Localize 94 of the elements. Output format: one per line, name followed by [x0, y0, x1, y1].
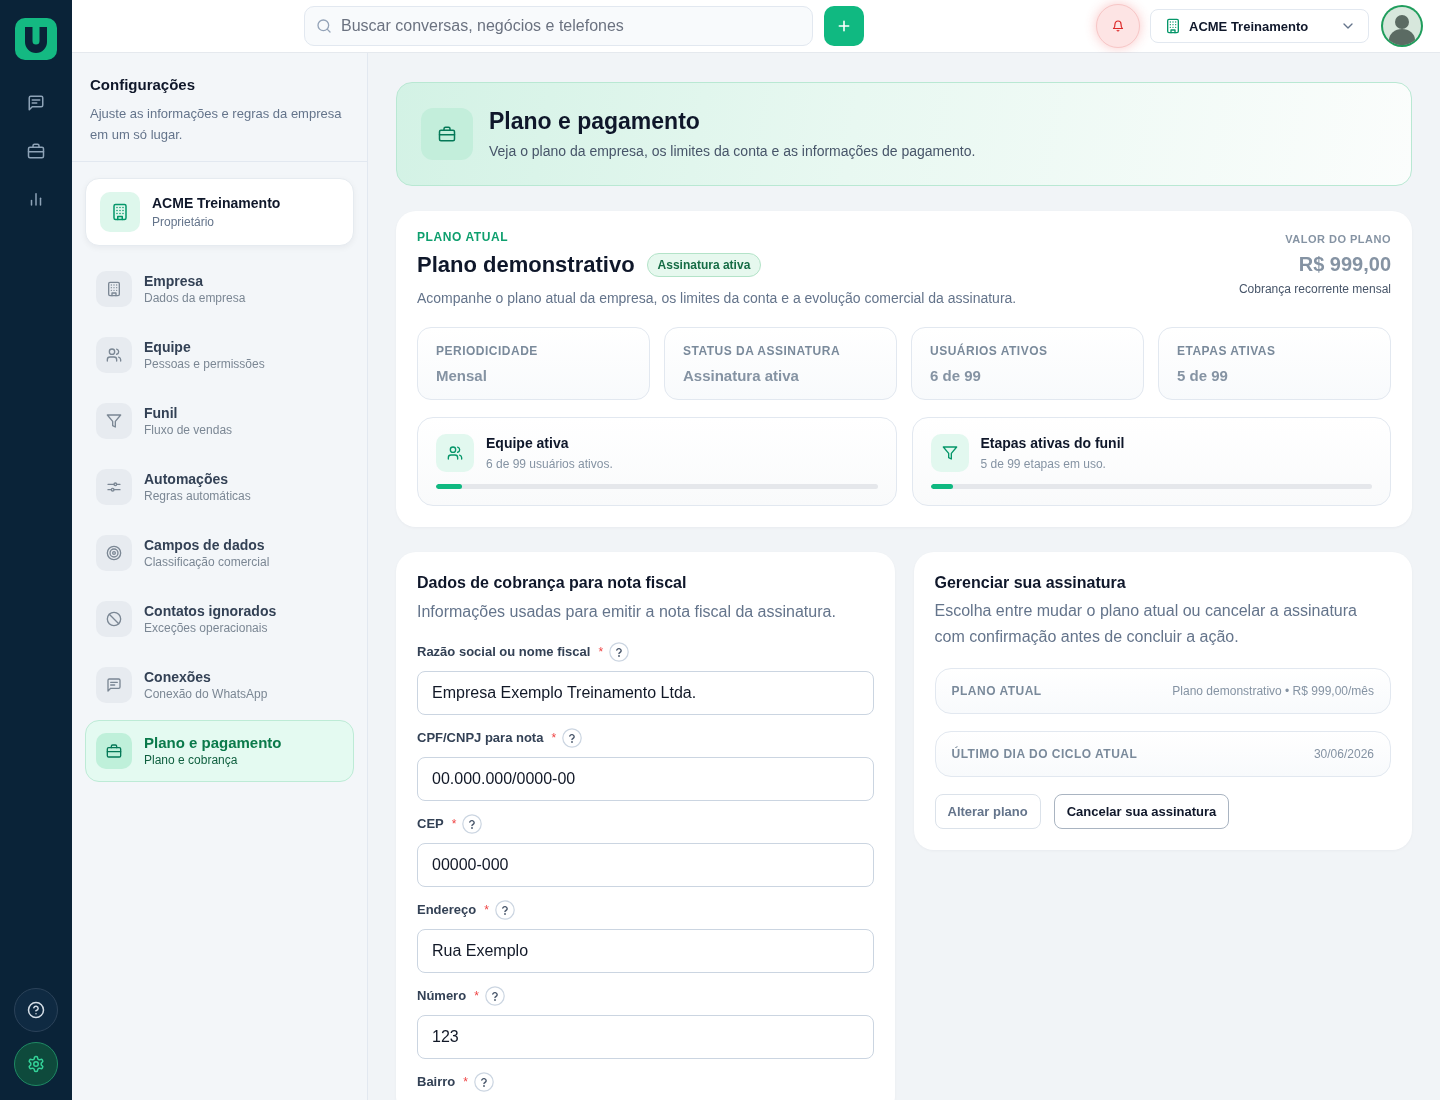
required-mark: *: [463, 1075, 468, 1089]
input-field[interactable]: 00.000.000/0000-00: [417, 757, 874, 801]
stat-label: STATUS DA ASSINATURA: [683, 343, 842, 359]
price-note: Cobrança recorrente mensal: [1238, 281, 1391, 297]
chat-icon: [96, 667, 132, 703]
stat-value: 5 de 99: [1177, 367, 1229, 385]
bell-icon: [1112, 20, 1124, 32]
help-icon[interactable]: [473, 1072, 494, 1092]
status-badge: Assinatura ativa: [646, 253, 762, 277]
required-mark: *: [451, 817, 457, 831]
card-title: Gerenciar sua assinatura: [934, 573, 1127, 593]
plan-description: Acompanhe o plano atual da empresa, os limites da conta e a evolução comercial da assinatura.: [417, 289, 1017, 308]
briefcase-icon[interactable]: [27, 142, 45, 160]
briefcase-icon: [96, 733, 132, 769]
required-mark: *: [551, 731, 557, 745]
card-description: Escolha entre mudar o plano atual ou cancelar a assinatura com confirmação antes de concluir a ação.: [934, 601, 1358, 647]
price-value: R$ 999,00: [1298, 252, 1391, 277]
field-label: Bairro: [417, 1073, 456, 1091]
page-title: Plano e pagamento: [489, 107, 701, 135]
card-description: Informações usadas para emitir a nota fiscal da assinatura.: [417, 602, 837, 622]
stat-label: USUÁRIOS ATIVOS: [930, 343, 1049, 359]
building-icon: [96, 271, 132, 307]
help-icon[interactable]: [484, 986, 505, 1006]
help-icon: [27, 1001, 45, 1019]
field-label: CEP: [417, 815, 444, 833]
company-selector[interactable]: ACME Treinamento: [1150, 9, 1369, 43]
sidebar-title: Configurações: [90, 75, 196, 95]
cancel-subscription-button[interactable]: Cancelar sua assinatura: [1053, 794, 1230, 829]
logo-icon: [15, 18, 57, 60]
usage-title: Equipe ativa: [486, 434, 570, 452]
stat-value: Mensal: [436, 367, 488, 385]
building-icon: [1165, 18, 1181, 34]
usage-detail: 5 de 99 etapas em uso.: [980, 456, 1107, 472]
settings-nav-item[interactable]: Empresa Dados da empresa: [85, 258, 354, 320]
field-label: CPF/CNPJ para nota: [417, 729, 544, 747]
funnel-icon: [930, 434, 969, 472]
info-label: ÚLTIMO DIA DO CICLO ATUAL: [951, 747, 1138, 761]
target-icon: [96, 535, 132, 571]
search-icon: [316, 18, 332, 34]
help-icon[interactable]: [462, 814, 483, 834]
settings-nav-item[interactable]: Conexões Conexão do WhatsApp: [85, 654, 354, 716]
account-role: Proprietário: [152, 214, 216, 230]
field-label: Número: [417, 987, 467, 1005]
settings-nav-item[interactable]: Automações Regras automáticas: [85, 456, 354, 518]
info-value: 30/06/2026: [1313, 747, 1374, 761]
account-name: ACME Treinamento: [152, 194, 281, 212]
search-field[interactable]: Buscar conversas, negócios e telefones: [304, 6, 813, 46]
info-value: Plano demonstrativo • R$ 999,00/mês: [1172, 684, 1374, 698]
help-icon[interactable]: [562, 728, 583, 748]
page-description: Veja o plano da empresa, os limites da conta e as informações de pagamento.: [489, 142, 976, 161]
usage-detail: 6 de 99 usuários ativos.: [486, 456, 613, 472]
plan-name: Plano demonstrativo: [417, 251, 635, 279]
users-icon: [436, 434, 474, 472]
input-field[interactable]: 00000-000: [417, 843, 874, 887]
sidebar-description: Ajuste as informações e regras da empresa em um só lugar.: [90, 105, 343, 144]
usage-title: Etapas ativas do funil: [980, 434, 1125, 452]
funnel-icon: [96, 403, 132, 439]
help-button[interactable]: [14, 988, 58, 1032]
settings-nav-item[interactable]: Plano e pagamento Plano e cobrança: [85, 720, 354, 782]
settings-nav-item[interactable]: Contatos ignorados Exceções operacionais: [85, 588, 354, 650]
card-title: Dados de cobrança para nota fiscal: [417, 573, 688, 593]
settings-button[interactable]: [14, 1042, 58, 1086]
required-mark: *: [598, 645, 604, 659]
stat-label: PERIODICIDADE: [436, 343, 539, 359]
field-label: Razão social ou nome fiscal: [417, 643, 591, 661]
settings-nav-item[interactable]: Equipe Pessoas e permissões: [85, 324, 354, 386]
required-mark: *: [474, 989, 479, 1003]
users-icon: [96, 337, 132, 373]
field-label: Endereço: [417, 901, 477, 919]
help-icon[interactable]: [609, 642, 630, 662]
input-field[interactable]: Empresa Exemplo Treinamento Ltda.: [417, 671, 874, 715]
settings-icon: [27, 1055, 45, 1073]
stat-value: Assinatura ativa: [683, 367, 800, 385]
required-mark: *: [484, 903, 489, 917]
plus-icon: [836, 18, 852, 34]
settings-nav-item[interactable]: Campos de dados Classificação comercial: [85, 522, 354, 584]
settings-nav-item[interactable]: Funil Fluxo de vendas: [85, 390, 354, 452]
add-button[interactable]: [824, 6, 864, 46]
sliders-icon: [96, 469, 132, 505]
chat-icon[interactable]: [27, 94, 45, 112]
price-label: VALOR DO PLANO: [1285, 232, 1391, 247]
avatar-icon[interactable]: [1380, 4, 1424, 48]
help-icon[interactable]: [494, 900, 515, 920]
ban-icon: [96, 601, 132, 637]
input-field[interactable]: Rua Exemplo: [417, 929, 874, 973]
section-label: PLANO ATUAL: [417, 229, 510, 245]
stat-label: ETAPAS ATIVAS: [1177, 343, 1277, 359]
info-label: PLANO ATUAL: [951, 684, 1042, 698]
building-icon: [100, 192, 140, 232]
input-field[interactable]: 123: [417, 1015, 874, 1059]
notifications-button[interactable]: [1096, 4, 1140, 48]
briefcase-icon: [421, 108, 473, 160]
change-plan-button[interactable]: Alterar plano: [934, 794, 1041, 829]
stat-value: 6 de 99: [930, 367, 982, 385]
